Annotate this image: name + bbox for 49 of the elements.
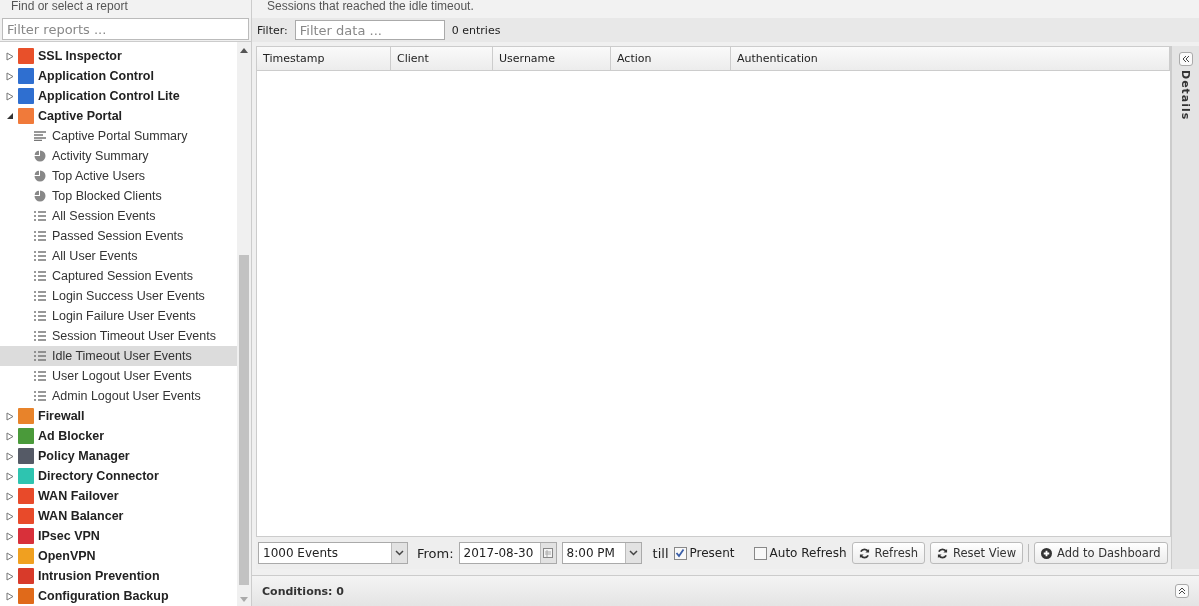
column-header[interactable]: Timestamp bbox=[257, 47, 391, 70]
report-item[interactable]: Captured Session Events bbox=[0, 266, 237, 286]
details-label: Details bbox=[1179, 70, 1192, 121]
column-header[interactable]: Username bbox=[493, 47, 611, 70]
tree-category[interactable]: Directory Connector bbox=[0, 466, 237, 486]
report-item[interactable]: Passed Session Events bbox=[0, 226, 237, 246]
report-item[interactable]: Session Timeout User Events bbox=[0, 326, 237, 346]
tree-category[interactable]: Ad Blocker bbox=[0, 426, 237, 446]
column-header[interactable]: Action bbox=[611, 47, 731, 70]
tree-category[interactable]: Configuration Backup bbox=[0, 586, 237, 606]
tree-category[interactable]: SSL Inspector bbox=[0, 46, 237, 66]
report-filter-field[interactable]: Filter reports ... bbox=[2, 18, 249, 40]
toolbar-button[interactable]: Reset View bbox=[930, 542, 1024, 564]
toolbar-button[interactable]: Refresh bbox=[851, 542, 925, 564]
tree-category[interactable]: Policy Manager bbox=[0, 446, 237, 466]
tree-category[interactable]: Intrusion Prevention bbox=[0, 566, 237, 586]
column-header[interactable]: Authentication bbox=[731, 47, 1170, 70]
tree-category[interactable]: Application Control Lite bbox=[0, 86, 237, 106]
report-item[interactable]: All User Events bbox=[0, 246, 237, 266]
report-item[interactable]: User Logout User Events bbox=[0, 366, 237, 386]
auto-refresh-checkbox[interactable]: Auto Refresh bbox=[753, 546, 847, 560]
till-label: till bbox=[652, 545, 669, 561]
report-item[interactable]: Top Blocked Clients bbox=[0, 186, 237, 206]
report-item[interactable]: Admin Logout User Events bbox=[0, 386, 237, 406]
report-item[interactable]: All Session Events bbox=[0, 206, 237, 226]
present-checkbox[interactable]: Present bbox=[673, 546, 735, 560]
entries-count: 0 entries bbox=[451, 23, 501, 37]
tree-category[interactable]: OpenVPN bbox=[0, 546, 237, 566]
date-field[interactable]: 2017-08-30 bbox=[458, 542, 557, 564]
report-item[interactable]: Captive Portal Summary bbox=[0, 126, 237, 146]
tree-category[interactable]: IPsec VPN bbox=[0, 526, 237, 546]
column-header[interactable]: Client bbox=[391, 47, 493, 70]
event-limit-select[interactable]: 1000 Events bbox=[258, 542, 408, 564]
tree-category[interactable]: Application Control bbox=[0, 66, 237, 86]
tree-category[interactable]: WAN Failover bbox=[0, 486, 237, 506]
report-item[interactable]: Login Failure User Events bbox=[0, 306, 237, 326]
report-item[interactable]: Idle Timeout User Events bbox=[0, 346, 237, 366]
report-item[interactable]: Top Active Users bbox=[0, 166, 237, 186]
report-item[interactable]: Activity Summary bbox=[0, 146, 237, 166]
from-label: From: bbox=[417, 545, 454, 561]
data-filter-field[interactable]: Filter data ... bbox=[294, 20, 445, 40]
report-item[interactable]: Login Success User Events bbox=[0, 286, 237, 306]
time-select[interactable]: 8:00 PM bbox=[561, 542, 642, 564]
tree-category[interactable]: WAN Balancer bbox=[0, 506, 237, 526]
tree-category[interactable]: Firewall bbox=[0, 406, 237, 426]
filter-label: Filter: bbox=[257, 23, 288, 37]
tree-category[interactable]: Captive Portal bbox=[0, 106, 237, 126]
conditions-label: Conditions: 0 bbox=[262, 584, 344, 598]
toolbar-button[interactable]: Add to Dashboard bbox=[1034, 542, 1168, 564]
